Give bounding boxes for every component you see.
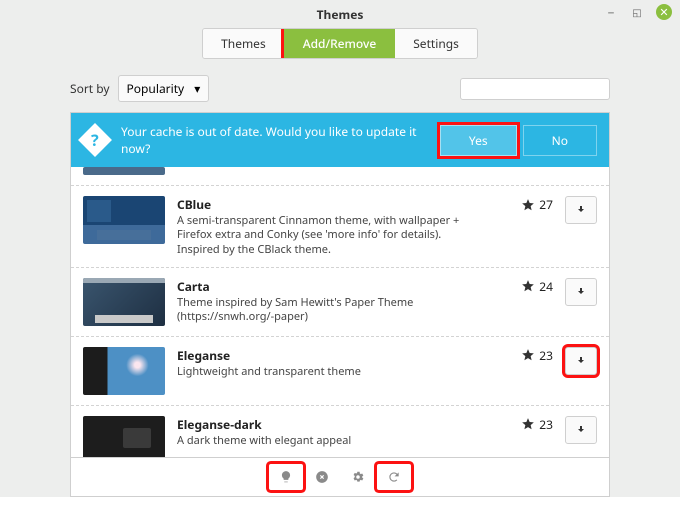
sort-label: Sort by bbox=[70, 80, 110, 97]
theme-row: Eleganse-dark A dark theme with elegant … bbox=[71, 406, 609, 457]
window-controls: − ◱ ✕ bbox=[604, 4, 672, 20]
search-field[interactable] bbox=[473, 82, 628, 96]
theme-description: A semi-transparent Cinnamon theme, with … bbox=[177, 214, 467, 257]
refresh-icon bbox=[387, 470, 401, 484]
tab-bar: Themes Add/Remove Settings bbox=[0, 28, 680, 69]
theme-name: Eleganse-dark bbox=[177, 416, 491, 433]
tab-add-remove[interactable]: Add/Remove bbox=[284, 29, 395, 58]
download-icon bbox=[575, 286, 587, 298]
theme-list-container: ? Your cache is out of date. Would you l… bbox=[70, 112, 610, 497]
controls-row: Sort by Popularity ▾ bbox=[70, 69, 610, 108]
download-button[interactable] bbox=[565, 278, 597, 306]
theme-rating: 27 bbox=[503, 196, 553, 213]
tab-themes[interactable]: Themes bbox=[203, 29, 284, 58]
footer-toolbar bbox=[71, 457, 609, 496]
star-icon bbox=[521, 279, 535, 293]
theme-name: Carta bbox=[177, 278, 491, 295]
sort-dropdown[interactable]: Popularity ▾ bbox=[118, 75, 210, 102]
remove-button[interactable] bbox=[305, 464, 339, 490]
theme-thumbnail bbox=[83, 416, 165, 457]
settings-button[interactable] bbox=[341, 464, 375, 490]
cancel-icon bbox=[315, 470, 329, 484]
rating-count: 23 bbox=[539, 416, 553, 433]
window-title: Themes bbox=[317, 6, 364, 23]
theme-row bbox=[71, 167, 609, 186]
rating-count: 27 bbox=[539, 196, 553, 213]
theme-row: Carta Theme inspired by Sam Hewitt's Pap… bbox=[71, 268, 609, 337]
bulb-icon bbox=[279, 470, 293, 484]
theme-name: CBlue bbox=[177, 196, 491, 213]
star-icon bbox=[521, 417, 535, 431]
download-button[interactable] bbox=[565, 347, 597, 375]
cache-yes-button[interactable]: Yes bbox=[440, 125, 517, 156]
theme-rating: 23 bbox=[503, 347, 553, 364]
theme-thumbnail bbox=[83, 278, 165, 326]
theme-scroll-area[interactable]: CBlue A semi-transparent Cinnamon theme,… bbox=[71, 167, 609, 457]
theme-row: CBlue A semi-transparent Cinnamon theme,… bbox=[71, 186, 609, 268]
chevron-down-icon: ▾ bbox=[194, 80, 200, 97]
gear-icon bbox=[351, 470, 365, 484]
cache-info-bar: ? Your cache is out of date. Would you l… bbox=[71, 113, 609, 167]
refresh-button[interactable] bbox=[377, 464, 411, 490]
star-icon bbox=[521, 198, 535, 212]
star-icon bbox=[521, 348, 535, 362]
titlebar: Themes − ◱ ✕ bbox=[0, 0, 680, 28]
theme-description: Lightweight and transparent theme bbox=[177, 365, 467, 379]
minimize-icon[interactable]: − bbox=[604, 5, 618, 19]
maximize-icon[interactable]: ◱ bbox=[630, 5, 644, 19]
theme-thumbnail bbox=[83, 196, 165, 244]
download-icon bbox=[575, 355, 587, 367]
theme-thumbnail bbox=[83, 167, 165, 175]
search-input[interactable] bbox=[460, 78, 610, 100]
theme-rating: 24 bbox=[503, 278, 553, 295]
theme-name: Eleganse bbox=[177, 347, 491, 364]
theme-thumbnail bbox=[83, 347, 165, 395]
theme-rating: 23 bbox=[503, 416, 553, 433]
download-button[interactable] bbox=[565, 196, 597, 224]
rating-count: 24 bbox=[539, 278, 553, 295]
info-icon: ? bbox=[78, 123, 112, 157]
download-icon bbox=[575, 424, 587, 436]
info-button[interactable] bbox=[269, 464, 303, 490]
tab-settings[interactable]: Settings bbox=[394, 29, 477, 58]
theme-description: A dark theme with elegant appeal bbox=[177, 434, 467, 448]
download-button[interactable] bbox=[565, 416, 597, 444]
theme-description: Theme inspired by Sam Hewitt's Paper The… bbox=[177, 296, 467, 325]
close-icon[interactable]: ✕ bbox=[656, 4, 672, 20]
sort-value: Popularity bbox=[127, 80, 185, 97]
cache-message: Your cache is out of date. Would you lik… bbox=[121, 123, 434, 157]
cache-no-button[interactable]: No bbox=[523, 125, 597, 156]
theme-row: Eleganse Lightweight and transparent the… bbox=[71, 337, 609, 406]
rating-count: 23 bbox=[539, 347, 553, 364]
download-icon bbox=[575, 204, 587, 216]
